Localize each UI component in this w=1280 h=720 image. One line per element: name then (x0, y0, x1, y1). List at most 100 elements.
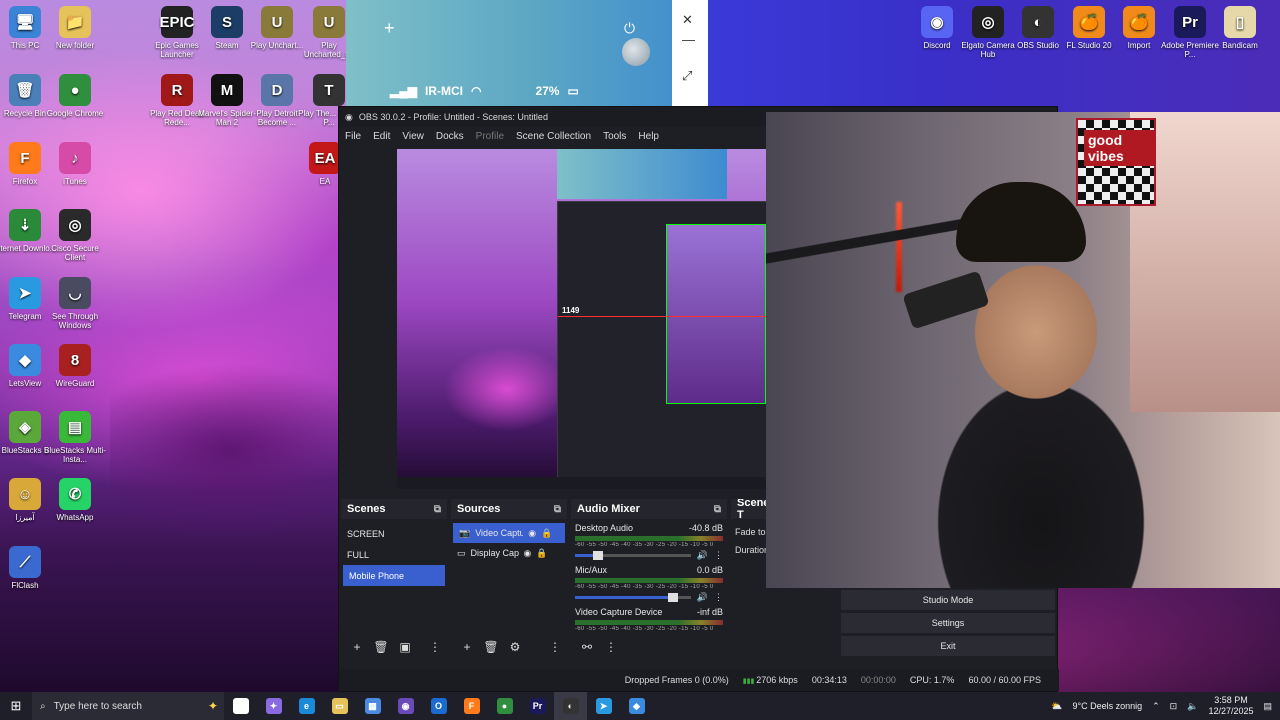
desktop-icon[interactable]: ♪ iTunes (42, 142, 108, 186)
taskbar-edge[interactable]: e (290, 692, 323, 720)
undock-icon[interactable]: ⧉ (434, 504, 441, 515)
scene-filter-icon[interactable]: ▣ (397, 640, 413, 654)
speaker-icon[interactable]: 🔊 (697, 592, 708, 603)
channel-db: 0.0 dB (696, 565, 723, 575)
taskbar-task-view[interactable]: ⧉ (224, 692, 257, 720)
source-settings-icon[interactable]: ⚙ (507, 640, 523, 654)
desktop-icon[interactable]: 📁 New folder (42, 6, 108, 50)
desktop-icon[interactable]: ● Google Chrome (42, 74, 108, 118)
sources-dock-footer: + 🗑 ⚙ ⋮ (451, 635, 567, 659)
add-source-icon[interactable]: + (459, 640, 475, 654)
scene-menu-icon[interactable]: ⋮ (427, 640, 443, 654)
tray-chevron-icon[interactable]: ⌃ (1152, 701, 1160, 712)
close-icon[interactable]: ✕ (682, 12, 693, 28)
desktop-icon[interactable]: ▯ Bandicam (1207, 6, 1273, 50)
channel-db: -40.8 dB (688, 523, 723, 533)
channel-menu-icon[interactable]: ⋮ (714, 550, 723, 561)
volume-icon[interactable]: 🔈 (1187, 701, 1198, 712)
lock-icon[interactable]: 🔒 (541, 528, 552, 539)
taskbar-obs-studio[interactable]: ◐ (554, 692, 587, 720)
resize-icon[interactable]: ⤢ (682, 68, 692, 84)
add-icon[interactable]: + (384, 18, 395, 39)
channel-menu-icon[interactable]: ⋮ (714, 592, 723, 603)
volume-slider[interactable]: 🔊 ⋮ (575, 550, 723, 561)
transition-select[interactable]: Fade to (731, 519, 771, 537)
scene-item[interactable]: Mobile Phone (343, 565, 445, 586)
menu-file[interactable]: File (345, 131, 361, 142)
preview-phone-panel (557, 149, 727, 199)
taskbar-obs[interactable]: ◉ (389, 692, 422, 720)
taskbar-outlook[interactable]: O (422, 692, 455, 720)
mixer-channel: Desktop Audio -40.8 dB -60 -55 -50 -45 -40… (571, 523, 727, 561)
taskbar-copilot[interactable]: ✦ (257, 692, 290, 720)
visibility-eye-icon[interactable]: ◉ (528, 528, 536, 539)
source-item[interactable]: 📷 Video Captu ◉ 🔒 (453, 523, 565, 543)
obs-preview[interactable]: 1149 (397, 149, 767, 489)
menu-edit[interactable]: Edit (373, 131, 390, 142)
menu-help[interactable]: Help (638, 131, 659, 142)
desktop-icon[interactable]: ◡ See Through Windows (42, 277, 108, 330)
notifications-icon[interactable]: ▤ (1263, 701, 1272, 712)
taskbar-chrome[interactable]: ● (488, 692, 521, 720)
recording-time: 00:34:13 (811, 675, 847, 685)
volume-knob[interactable] (593, 551, 604, 560)
desktop-icon[interactable]: ▤ BlueStacks Multi-Insta... (42, 411, 108, 464)
desktop-icon[interactable]: ✆ WhatsApp (42, 478, 108, 522)
taskbar-calendar[interactable]: ▦ (356, 692, 389, 720)
lock-icon[interactable]: 🔒 (536, 548, 547, 559)
volume-track[interactable] (575, 551, 691, 560)
assistive-touch-ball[interactable] (622, 38, 650, 66)
volume-knob[interactable] (668, 593, 679, 602)
settings-button[interactable]: Settings (841, 613, 1055, 633)
obs-window-title: OBS 30.0.2 - Profile: Untitled - Scenes:… (358, 112, 548, 122)
undock-icon[interactable]: ⧉ (554, 504, 561, 515)
source-label: Display Cap (470, 548, 519, 558)
camera-icon: 📷 (459, 527, 471, 538)
taskbar-search[interactable]: ⌕ Type here to search ✦ (32, 692, 224, 720)
taskbar-letsview[interactable]: ◆ (620, 692, 653, 720)
channel-name: Video Capture Device (575, 607, 663, 617)
desktop-icon[interactable]: ◎ Cisco Secure Client (42, 209, 108, 262)
speaker-icon[interactable]: 🔊 (697, 550, 708, 561)
menu-scene-collection[interactable]: Scene Collection (516, 131, 591, 142)
network-icon[interactable]: ⊡ (1170, 701, 1178, 712)
menu-view[interactable]: View (402, 131, 424, 142)
taskbar-premiere[interactable]: Pr (521, 692, 554, 720)
taskbar-clock[interactable]: 3:58 PM 12/27/2025 (1208, 695, 1253, 717)
scene-item[interactable]: FULL (341, 544, 447, 565)
mixer-channels: Desktop Audio -40.8 dB -60 -55 -50 -45 -40… (571, 519, 727, 632)
exit-button[interactable]: Exit (841, 636, 1055, 656)
studio-mode-button[interactable]: Studio Mode (841, 590, 1055, 610)
volume-slider[interactable]: 🔊 ⋮ (575, 592, 723, 603)
desktop-icon[interactable]: ⟋ FlClash (0, 546, 58, 590)
menu-docks[interactable]: Docks (436, 131, 464, 142)
menu-profile[interactable]: Profile (476, 131, 504, 142)
preview-dimension-label: 1149 (562, 306, 580, 315)
taskbar-telegram[interactable]: ➤ (587, 692, 620, 720)
volume-track[interactable] (575, 593, 691, 602)
visibility-eye-icon[interactable]: ◉ (524, 548, 532, 559)
remove-scene-icon[interactable]: 🗑 (373, 640, 389, 654)
add-scene-icon[interactable]: + (349, 640, 365, 654)
source-menu-icon[interactable]: ⋮ (547, 640, 563, 654)
phone-mirror-panel[interactable]: + ⏻ ▂▄▆ IR-MCI ◠ 27% ▭ (346, 0, 705, 108)
weather-icon: ⛅ (1051, 700, 1063, 711)
desktop-icon-label: Cisco Secure Client (51, 244, 99, 262)
desktop-icon[interactable]: 8 WireGuard (42, 344, 108, 388)
source-item[interactable]: ▭ Display Cap ◉ 🔒 (451, 543, 567, 563)
menu-tools[interactable]: Tools (603, 131, 626, 142)
power-icon[interactable]: ⏻ (624, 20, 635, 37)
weather-text[interactable]: 9°C Deels zonnig (1072, 701, 1142, 711)
scene-item[interactable]: SCREEN (341, 523, 447, 544)
mixer-menu-icon[interactable]: ⋮ (603, 640, 619, 654)
scenes-dock: Scenes ⧉ SCREEN FULL Mobile Phone + 🗑 ▣ ⋮ (341, 499, 447, 659)
desktop-app-icon: T (313, 74, 345, 106)
taskbar-firefox[interactable]: F (455, 692, 488, 720)
windows-start-icon[interactable]: ⊞ (0, 698, 32, 714)
mixer-advanced-icon[interactable]: ⚯ (579, 640, 595, 654)
remove-source-icon[interactable]: 🗑 (483, 640, 499, 654)
taskbar-explorer[interactable]: ▭ (323, 692, 356, 720)
minimize-icon[interactable]: — (682, 32, 695, 47)
undock-icon[interactable]: ⧉ (714, 504, 721, 515)
desktop-app-icon: ☺ (9, 478, 41, 510)
